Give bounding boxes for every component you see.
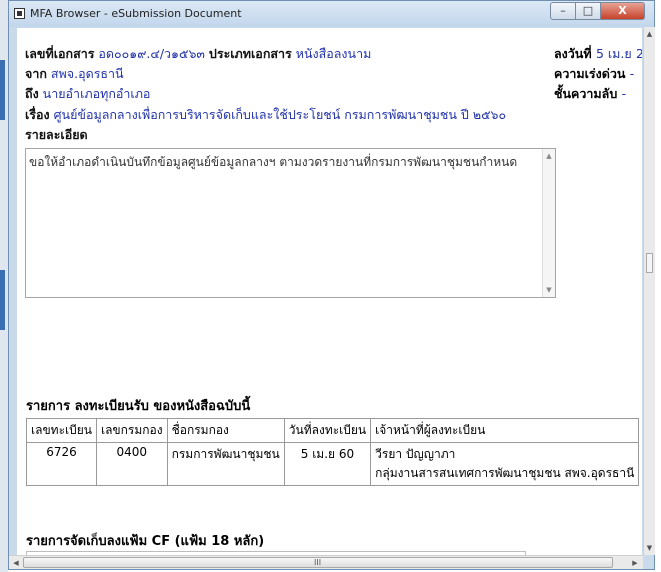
window-vertical-scrollbar[interactable]: ▲ ▼ — [643, 27, 655, 555]
doc-type-value: หนังสือลงนาม — [295, 46, 372, 61]
urgency-row: ความเร่งด่วน - — [554, 64, 634, 84]
subject-label: เรื่อง — [25, 107, 50, 122]
doc-number-label: เลขที่เอกสาร — [25, 46, 95, 61]
date-label: ลงวันที่ — [554, 46, 592, 61]
urgency-value: - — [629, 66, 635, 81]
col-reg-date: วันที่ลงทะเบียน — [283, 418, 372, 443]
table-header-row: เลขทะเบียน เลขกรมกอง ชื่อกรมกอง วันที่ลง… — [26, 418, 640, 443]
document-content: เลขที่เอกสาร อด๐๐๑๙.๔/ว๑๕๖๓ ประเภทเอกสาร… — [17, 28, 642, 555]
col-dept-no: เลขกรมกอง — [95, 418, 168, 443]
subject-value: ศูนย์ข้อมูลกลางเพื่อการบริหารจัดเก็บและใ… — [53, 107, 507, 122]
close-button[interactable]: X — [600, 2, 645, 20]
to-label: ถึง — [25, 86, 39, 101]
mfa-browser-window: MFA Browser - eSubmission Document – □ X… — [8, 0, 655, 570]
col-reg-no: เลขทะเบียน — [26, 418, 97, 443]
from-value: สพจ.อุดรธานี — [50, 66, 124, 81]
date-value: 5 เม.ย — [595, 46, 632, 61]
detail-label-row: รายละเอียด — [25, 125, 88, 145]
scroll-right-icon[interactable]: ▶ — [629, 557, 641, 569]
officer-name: วีรยา ปัญญาภา — [375, 447, 456, 461]
table-row[interactable]: 6726 0400 กรมการพัฒนาชุมชน 5 เม.ย 60 วีร… — [26, 442, 640, 486]
scroll-down-icon[interactable]: ▼ — [644, 542, 655, 554]
cell-dept-name: กรมการพัฒนาชุมชน — [166, 442, 285, 486]
filing-title: รายการจัดเก็บลงแฟ้ม CF (แฟ้ม 18 หลัก) — [26, 534, 265, 549]
cell-dept-no: 0400 — [95, 442, 168, 486]
doc-number-row: เลขที่เอกสาร อด๐๐๑๙.๔/ว๑๕๖๓ ประเภทเอกสาร… — [25, 44, 371, 64]
title-bar[interactable]: MFA Browser - eSubmission Document – □ X — [9, 1, 654, 27]
col-officer: เจ้าหน้าที่ผู้ลงทะเบียน — [370, 418, 640, 443]
window-title: MFA Browser - eSubmission Document — [30, 7, 242, 20]
detail-text: ขอให้อำเภอดำเนินบันทึกข้อมูลศูนย์ข้อมูลก… — [29, 155, 518, 169]
scroll-grip-marks: III — [314, 558, 322, 567]
cell-officer: วีรยา ปัญญาภา กลุ่มงานสารสนเทศการพัฒนาชุ… — [370, 442, 640, 486]
from-row: จาก สพจ.อุดรธานี — [25, 64, 124, 84]
urgency-label: ความเร่งด่วน — [554, 66, 626, 81]
cell-reg-no: 6726 — [26, 442, 97, 486]
doc-number-value: อด๐๐๑๙.๔/ว๑๕๖๓ — [98, 46, 205, 61]
scroll-up-icon[interactable]: ▲ — [543, 150, 555, 162]
detail-scrollbar[interactable]: ▲ ▼ — [542, 149, 555, 297]
background-desktop-strip — [0, 0, 8, 572]
registration-table: เลขทะเบียน เลขกรมกอง ชื่อกรมกอง วันที่ลง… — [26, 418, 640, 486]
scroll-down-icon[interactable]: ▼ — [543, 284, 555, 296]
date-value-clipped: 2 — [636, 46, 642, 61]
cell-reg-date: 5 เม.ย 60 — [283, 442, 372, 486]
col-dept-name: ชื่อกรมกอง — [166, 418, 285, 443]
secrecy-value: - — [621, 86, 627, 101]
from-label: จาก — [25, 66, 47, 81]
scroll-grip[interactable] — [646, 253, 653, 273]
secrecy-row: ชั้นความลับ - — [554, 84, 626, 104]
officer-unit: กลุ่มงานสารสนเทศการพัฒนาชุมชน สพจ.อุดรธา… — [375, 466, 635, 480]
scroll-left-icon[interactable]: ◀ — [10, 557, 22, 569]
subject-row: เรื่อง ศูนย์ข้อมูลกลางเพื่อการบริหารจัดเ… — [25, 105, 506, 125]
minimize-button[interactable]: – — [550, 2, 576, 20]
detail-textarea[interactable]: ขอให้อำเภอดำเนินบันทึกข้อมูลศูนย์ข้อมูลก… — [25, 148, 556, 298]
registration-title: รายการ ลงทะเบียนรับ ของหนังสือฉบับนี้ — [26, 399, 251, 414]
doc-type-label: ประเภทเอกสาร — [208, 46, 292, 61]
secrecy-label: ชั้นความลับ — [554, 86, 618, 101]
scroll-up-icon[interactable]: ▲ — [644, 28, 655, 40]
to-value: นายอำเภอทุกอำเภอ — [42, 86, 151, 101]
horizontal-scrollbar[interactable]: ◀ III ▶ — [9, 555, 643, 569]
scroll-thumb[interactable]: III — [23, 557, 613, 568]
app-icon — [14, 8, 25, 19]
maximize-button[interactable]: □ — [575, 2, 601, 20]
detail-label: รายละเอียด — [25, 127, 88, 142]
to-row: ถึง นายอำเภอทุกอำเภอ — [25, 84, 150, 104]
date-row: ลงวันที่ 5 เม.ย 2 — [554, 44, 642, 64]
